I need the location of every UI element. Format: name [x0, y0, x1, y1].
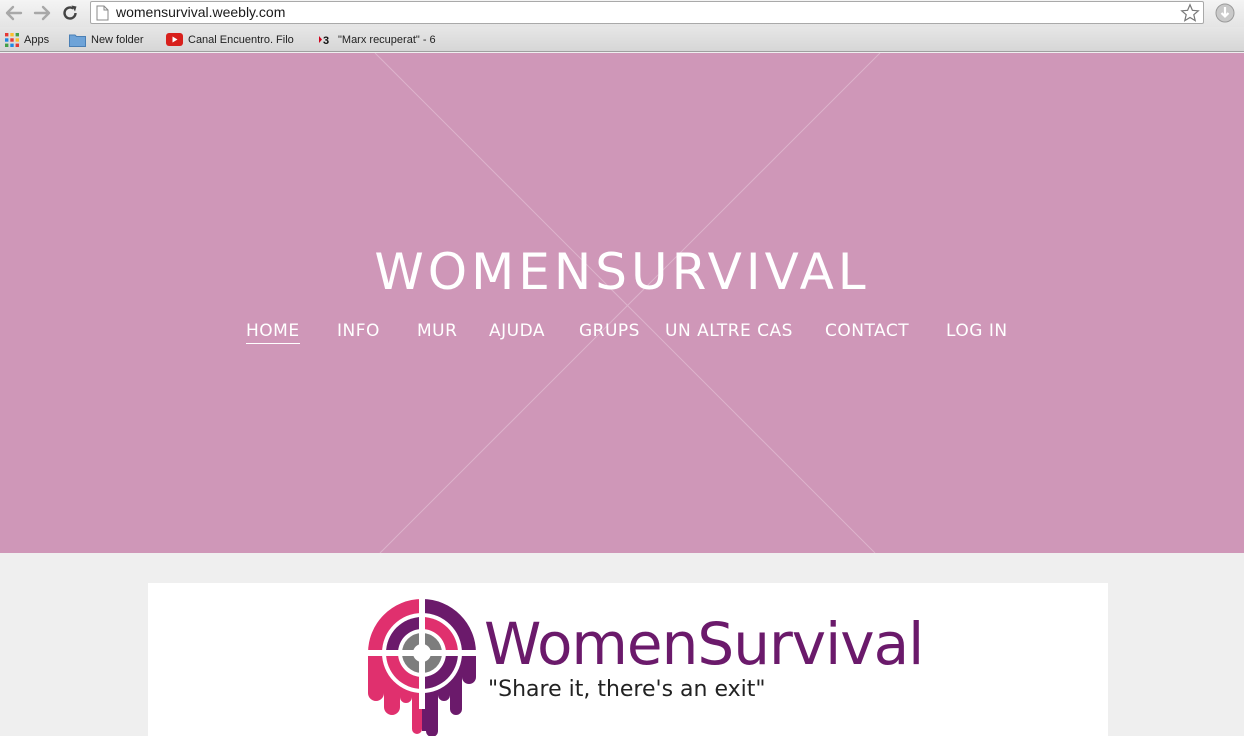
- reload-icon: [63, 5, 77, 20]
- forward-arrow-icon: [33, 5, 51, 21]
- youtube-icon: [166, 33, 183, 46]
- logo-tagline: "Share it, there's an exit": [488, 677, 766, 702]
- nav-mur[interactable]: MUR: [417, 321, 457, 341]
- bookmark-label: Apps: [24, 33, 50, 46]
- bookmark-label: Canal Encuentro. Filo: [188, 33, 294, 46]
- back-arrow-icon: [5, 5, 23, 21]
- hero-banner: WOMENSURVIVAL HOME INFO MUR AJUDA GRUPS …: [0, 53, 1244, 553]
- site-title[interactable]: WOMENSURVIVAL: [0, 243, 1244, 301]
- bookmark-label: New folder: [91, 33, 144, 46]
- reload-button[interactable]: [59, 2, 81, 24]
- back-button[interactable]: [3, 2, 25, 24]
- address-bar[interactable]: womensurvival.weebly.com: [90, 1, 1204, 24]
- nav-info[interactable]: INFO: [337, 321, 380, 341]
- svg-text:3: 3: [323, 35, 329, 46]
- bookmark-canal-encuentro[interactable]: Canal Encuentro. Filo: [166, 31, 294, 48]
- page-icon: [96, 5, 109, 21]
- bookmark-apps[interactable]: Apps: [5, 31, 49, 48]
- placeholder-cross-lines: [374, 53, 881, 553]
- target-logo-icon: [366, 597, 478, 736]
- nav-home[interactable]: HOME: [246, 321, 300, 344]
- content-section: WomenSurvival "Share it, there's an exit…: [148, 583, 1108, 736]
- nav-ajuda[interactable]: AJUDA: [489, 321, 545, 341]
- apps-grid-icon: [5, 32, 19, 47]
- nav-log-in[interactable]: LOG IN: [946, 321, 1008, 341]
- logo-wordmark: WomenSurvival: [484, 610, 924, 678]
- folder-icon: [69, 33, 86, 47]
- url-text: womensurvival.weebly.com: [116, 4, 286, 20]
- bookmark-new-folder[interactable]: New folder: [69, 31, 144, 48]
- browser-toolbar: womensurvival.weebly.com: [0, 0, 1244, 27]
- nav-un-altre-cas[interactable]: UN ALTRE CAS: [665, 321, 793, 341]
- bookmark-marx-recuperat[interactable]: 3 "Marx recuperat" - 6: [319, 31, 436, 48]
- extension-icon[interactable]: [1214, 2, 1236, 24]
- forward-button[interactable]: [31, 2, 53, 24]
- bookmark-label: "Marx recuperat" - 6: [338, 33, 436, 46]
- bookmark-star-icon[interactable]: [1180, 3, 1200, 23]
- nav-grups[interactable]: GRUPS: [579, 321, 640, 341]
- main-navigation: HOME INFO MUR AJUDA GRUPS UN ALTRE CAS C…: [230, 321, 1030, 345]
- bookmarks-bar: Apps New folder Canal Encuentro. Filo 3 …: [0, 27, 1244, 52]
- tv3-icon: 3: [319, 33, 333, 46]
- nav-contact[interactable]: CONTACT: [825, 321, 909, 341]
